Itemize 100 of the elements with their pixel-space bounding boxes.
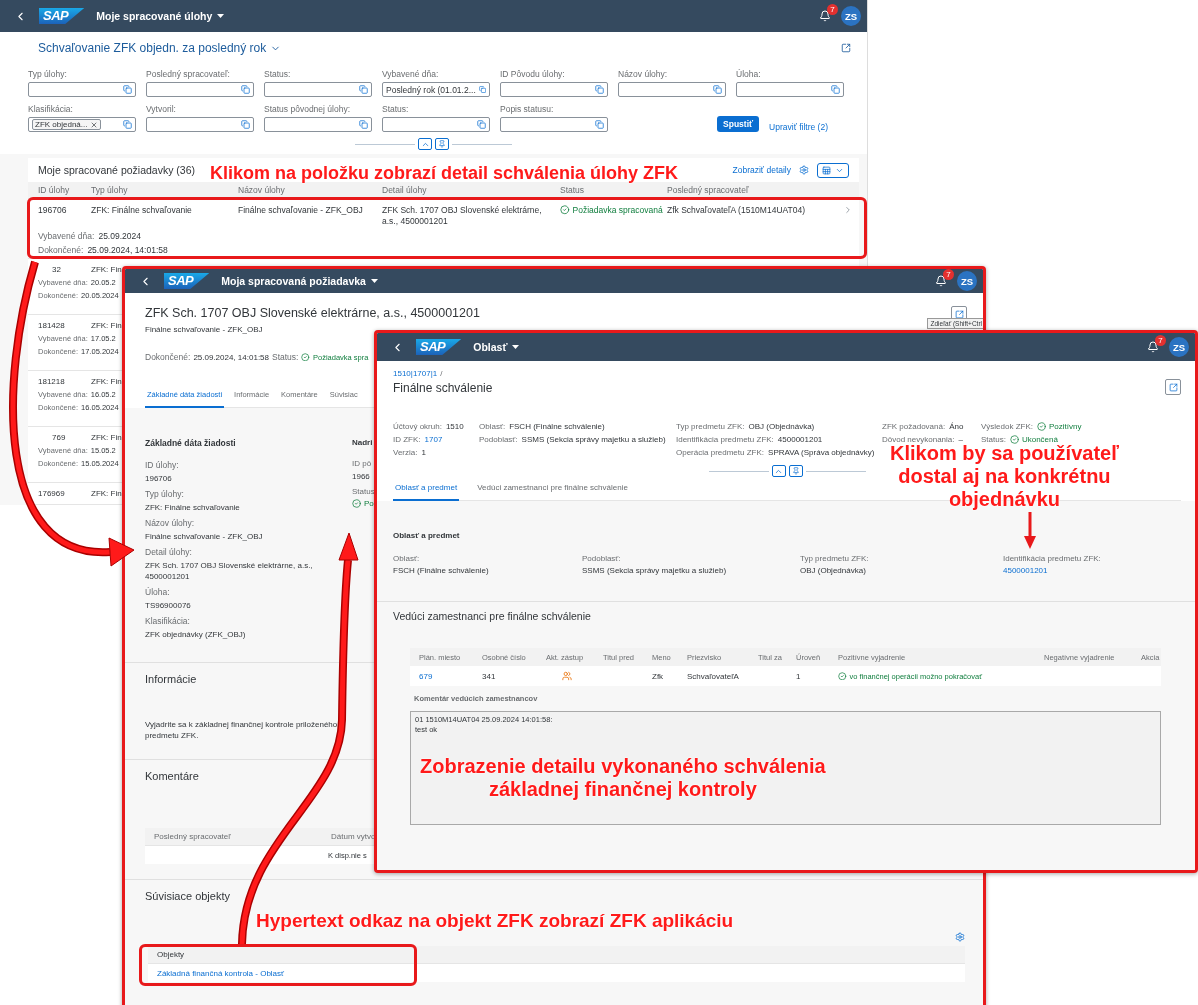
- filter-label: Vytvoril:: [146, 104, 177, 114]
- app-title-menu[interactable]: Moje spracované úlohy: [96, 10, 225, 22]
- variant-title[interactable]: Schvaľovanie ZFK objedn. za posledný rok: [38, 41, 282, 55]
- object-link[interactable]: Základná finančná kontrola - Oblasť: [157, 968, 285, 978]
- filter-label: Názov úlohy:: [618, 69, 669, 79]
- field-link[interactable]: 1707: [424, 435, 443, 444]
- value-help-icon[interactable]: [831, 85, 840, 94]
- tab[interactable]: Vedúci zamestnanci pre finálne schválenie: [475, 483, 630, 501]
- pin-button[interactable]: [788, 465, 803, 477]
- go-button[interactable]: Spustiť: [717, 116, 760, 132]
- filter-field[interactable]: [500, 117, 608, 132]
- column-header: Posledný spracovateľ: [667, 185, 750, 195]
- filter-label: Vybavené dňa:: [382, 69, 440, 79]
- section-title: Základné dáta žiadosti: [145, 438, 236, 448]
- value-help-icon[interactable]: [595, 85, 604, 94]
- position-link[interactable]: 679: [419, 671, 482, 681]
- field-label: Status: [352, 487, 375, 496]
- pin-icon: [438, 140, 446, 148]
- annotation-text: Hypertext odkaz na objekt ZFK zobrazí ZFK aplikáciu: [256, 910, 734, 932]
- field-label: Operácia predmetu ZFK:: [676, 448, 765, 457]
- filter-field[interactable]: [264, 117, 372, 132]
- filter-field[interactable]: [618, 82, 726, 97]
- value-help-icon[interactable]: [359, 120, 368, 129]
- field-label: Podoblasť:: [479, 435, 518, 444]
- column-header: Detail úlohy: [382, 185, 428, 195]
- value-help-icon[interactable]: [241, 120, 250, 129]
- value-help-icon[interactable]: [123, 120, 132, 129]
- show-details-link[interactable]: Zobraziť detaily: [732, 165, 791, 175]
- check-circle-icon: [838, 671, 847, 681]
- chevron-right-icon: [843, 205, 853, 215]
- breadcrumb-link[interactable]: 1510|1707|1: [393, 369, 438, 378]
- settings-icon[interactable]: [799, 165, 809, 175]
- field-label: Dôvod nevykonania:: [882, 435, 955, 444]
- settings-icon[interactable]: [955, 932, 965, 942]
- user-avatar[interactable]: ZS: [841, 6, 861, 26]
- adapt-filters-link[interactable]: Upraviť filtre (2): [769, 122, 828, 132]
- filter-field[interactable]: [28, 82, 136, 97]
- field-value: 4500001201: [777, 435, 823, 444]
- app-title-menu[interactable]: Moja spracovaná požiadavka: [221, 275, 378, 287]
- field-value: 25.09.2024, 14:01:58: [193, 352, 269, 362]
- filter-field[interactable]: [146, 82, 254, 97]
- filter-field[interactable]: Posledný rok (01.01.2...: [382, 82, 490, 97]
- bell-icon[interactable]: [935, 275, 947, 287]
- value-help-icon[interactable]: [595, 120, 604, 129]
- status-text: Požiadavka spracovaná: [572, 205, 663, 215]
- section-title: Informácie: [145, 673, 197, 685]
- user-avatar[interactable]: ZS: [1169, 337, 1189, 357]
- sap-logo: SAP: [39, 8, 85, 24]
- value-help-icon[interactable]: [478, 85, 486, 94]
- caret-icon: [512, 345, 520, 349]
- section-title: Vedúci zamestnanci pre finálne schválenie: [393, 610, 591, 622]
- filter-field[interactable]: [146, 117, 254, 132]
- column-header: Názov úlohy: [238, 185, 286, 195]
- task-id: 181218: [38, 377, 66, 386]
- field-value: –: [958, 435, 963, 444]
- share-icon[interactable]: [841, 43, 851, 53]
- close-icon[interactable]: [90, 120, 99, 129]
- filter-field[interactable]: ZFK objedná...: [28, 117, 136, 132]
- task-name: Finálne schvaľovanie - ZFK_OBJ: [238, 205, 364, 215]
- filter-field[interactable]: [736, 82, 844, 97]
- value-help-icon[interactable]: [477, 120, 486, 129]
- share-icon: [954, 309, 964, 319]
- notification-count: 7: [1155, 335, 1166, 346]
- pin-button[interactable]: [435, 138, 449, 150]
- field-value: SPRAVA (Správa objednávky): [768, 448, 875, 457]
- app-title-menu[interactable]: Oblasť: [473, 341, 520, 353]
- table-cell-text: 1: [796, 671, 802, 681]
- field-label: Účtový okruh:: [393, 422, 442, 431]
- pin-icon: [791, 467, 800, 475]
- bell-icon[interactable]: [819, 10, 831, 22]
- filter-field[interactable]: [264, 82, 372, 97]
- value-help-icon[interactable]: [123, 85, 132, 94]
- task-type: ZFK: Finálne schvaľovanie: [91, 205, 193, 215]
- field-label: Výsledok ZFK:: [981, 422, 1033, 431]
- user-avatar[interactable]: ZS: [957, 271, 977, 291]
- annotation-text: Klikom by sa používateľ dostal aj na konkrétnu objednávku: [890, 442, 1119, 511]
- export-button[interactable]: [817, 162, 849, 178]
- value-help-icon[interactable]: [359, 85, 368, 94]
- field-label: Dokončené:: [145, 352, 191, 362]
- object-id-link[interactable]: 4500001201: [1003, 566, 1048, 575]
- field-label: ZFK požadovaná:: [882, 422, 946, 431]
- share-button[interactable]: [1165, 379, 1181, 395]
- section-title: Súvisiace objekty: [145, 890, 230, 902]
- filter-label: Status:: [382, 104, 410, 114]
- field-value: ZFK objednávky (ZFK_OBJ): [145, 629, 246, 640]
- breadcrumb-separator: /: [440, 369, 443, 378]
- filter-field[interactable]: [382, 117, 490, 132]
- collapse-button[interactable]: [418, 138, 432, 150]
- bell-icon[interactable]: [1147, 341, 1159, 353]
- task-type: ZFK: Fin: [91, 377, 122, 386]
- field-value: Áno: [949, 422, 964, 431]
- value-help-icon[interactable]: [241, 85, 250, 94]
- field-value: SSMS (Sekcia správy majetku a služieb): [521, 435, 666, 444]
- section-title: Nadri: [352, 438, 373, 447]
- annotation-text: Zobrazenie detailu vykonaného schválenia základnej finančnej kontroly: [420, 755, 826, 801]
- collapse-button[interactable]: [771, 465, 786, 477]
- filter-field[interactable]: [500, 82, 608, 97]
- value-help-icon[interactable]: [713, 85, 722, 94]
- table-cell-text: SchvaľovateľA: [687, 671, 740, 681]
- field-label: Podoblasť:: [582, 554, 621, 563]
